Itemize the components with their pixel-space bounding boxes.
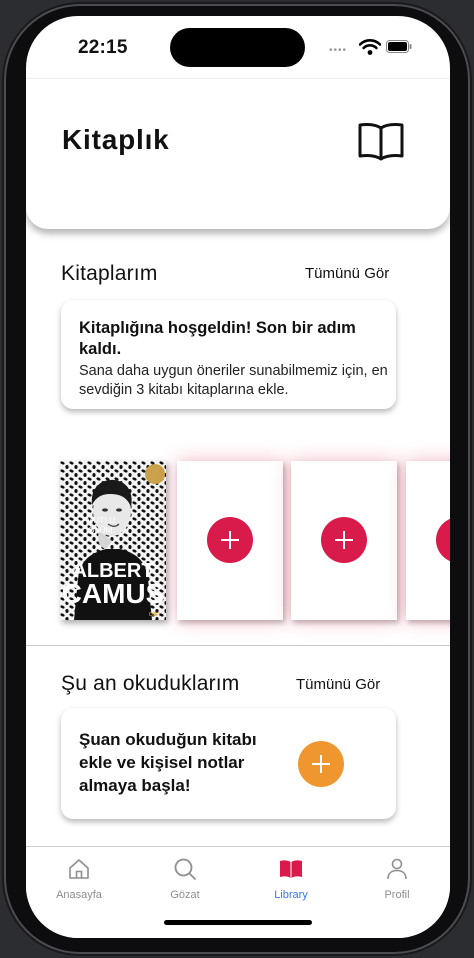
book-author-last: CAMUS — [62, 578, 165, 609]
status-bar: 22:15 •••• — [26, 16, 450, 78]
tab-library[interactable]: Library — [238, 847, 344, 917]
add-book-button[interactable] — [436, 517, 450, 563]
reading-prompt: Şuan okuduğun kitabı ekle ve kişisel not… — [79, 730, 257, 795]
battery-icon — [386, 40, 412, 53]
status-time: 22:15 — [78, 37, 128, 58]
plus-icon — [448, 529, 450, 551]
add-reading-button[interactable] — [298, 741, 344, 787]
welcome-title: Kitaplığına hoşgeldin! Son bir adım kald… — [79, 319, 356, 358]
section-divider — [26, 645, 450, 646]
my-books-see-all-link[interactable]: Tümünü Gör — [305, 265, 389, 282]
plus-icon — [312, 755, 330, 773]
tab-anasayfa[interactable]: Anasayfa — [26, 847, 132, 917]
tab-gozat[interactable]: Gözat — [132, 847, 238, 917]
welcome-body: Sana daha uygun öneriler sunabilmemiz iç… — [79, 363, 388, 398]
page-title: Kitaplık — [62, 124, 170, 155]
add-book-slot[interactable] — [291, 461, 397, 620]
reading-see-all-link[interactable]: Tümünü Gör — [296, 676, 380, 693]
home-icon — [69, 859, 89, 879]
book-icon — [280, 860, 302, 878]
open-book-icon[interactable] — [357, 121, 405, 163]
search-icon — [174, 858, 196, 880]
book-subtitle-line2: ÖLÜM — [88, 525, 113, 535]
add-book-slot[interactable] — [177, 461, 283, 620]
add-book-slot[interactable] — [406, 461, 450, 620]
app-screen: 22:15 •••• Kitaplık Kitaplarım Tümünü Gö… — [26, 16, 450, 938]
wifi-icon — [359, 39, 381, 55]
home-indicator — [164, 920, 312, 925]
tab-label: Profil — [384, 889, 410, 901]
tab-label: Gözat — [170, 889, 200, 901]
cellular-signal-icon: •••• — [329, 45, 348, 56]
person-icon — [387, 858, 407, 880]
reading-card: Şuan okuduğun kitabı ekle ve kişisel not… — [61, 708, 396, 819]
add-book-button[interactable] — [207, 517, 253, 563]
plus-icon — [335, 531, 353, 549]
book-cover[interactable]: MUTLU ÖLÜM ALBERT CAMUS can — [60, 461, 166, 620]
tab-label: Library — [274, 889, 308, 901]
book-publisher: can — [149, 611, 160, 618]
dynamic-island — [170, 28, 305, 67]
tab-profil[interactable]: Profil — [344, 847, 450, 917]
my-books-title: Kitaplarım — [61, 262, 158, 285]
tab-label: Anasayfa — [56, 889, 102, 901]
plus-icon — [221, 531, 239, 549]
book-subtitle-line1: MUTLU — [86, 515, 115, 525]
reading-title: Şu an okuduklarım — [61, 672, 240, 695]
book-cover-art: MUTLU ÖLÜM ALBERT CAMUS can — [60, 461, 166, 620]
add-book-button[interactable] — [321, 517, 367, 563]
welcome-card: Kitaplığına hoşgeldin! Son bir adım kald… — [61, 300, 396, 409]
